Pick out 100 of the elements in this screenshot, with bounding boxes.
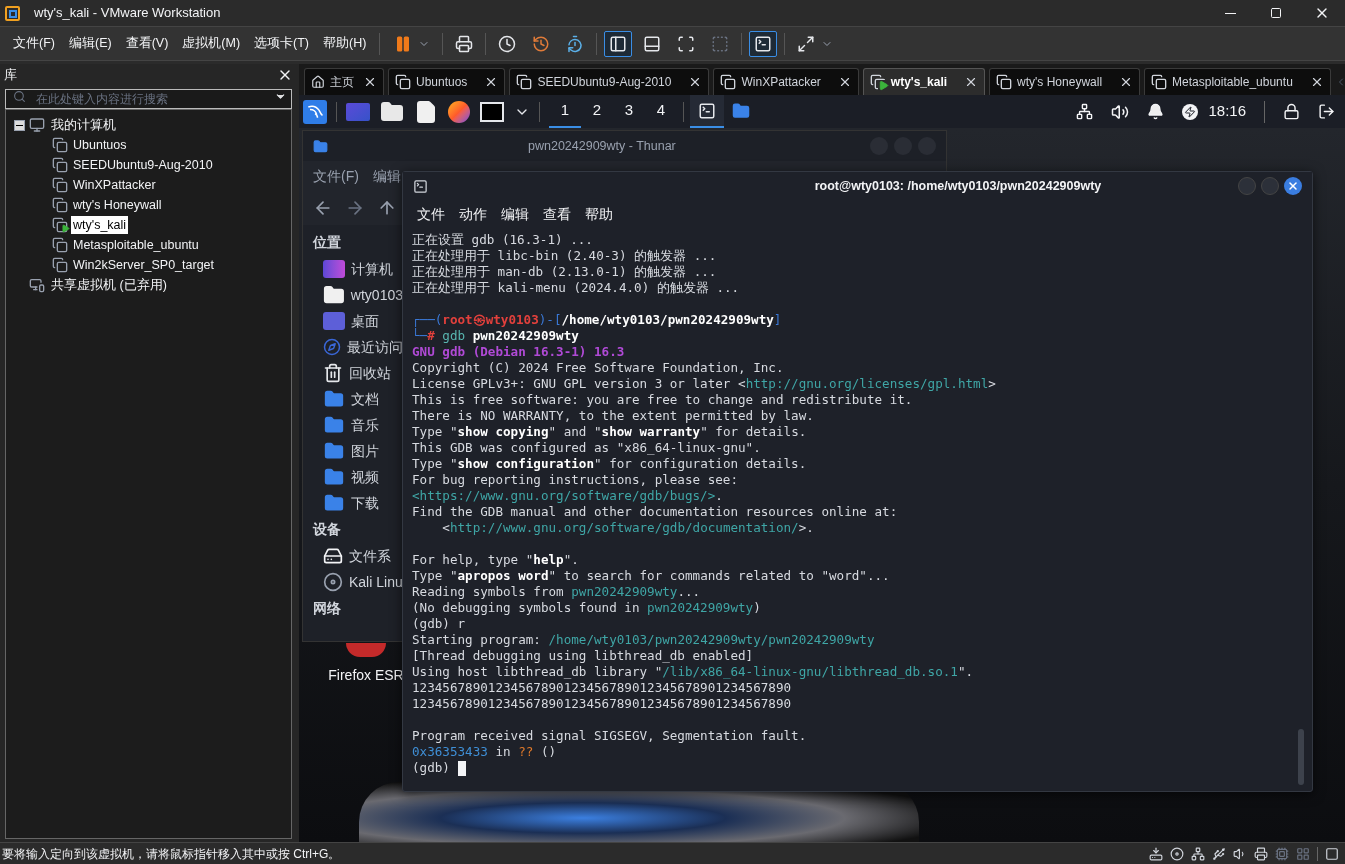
place-item[interactable]: 音乐 <box>351 414 379 436</box>
maximize-icon <box>1270 7 1282 19</box>
vm-tab[interactable]: WinXPattacker <box>713 68 859 95</box>
vm-tree-item[interactable]: Ubuntuos <box>71 135 129 155</box>
workspace-button[interactable]: 2 <box>581 95 613 128</box>
chip-icon[interactable] <box>1275 846 1289 861</box>
terminal-launcher-icon[interactable] <box>480 101 504 122</box>
usb-icon[interactable] <box>1212 846 1226 861</box>
app-logo-icon <box>5 5 20 21</box>
place-item[interactable]: wty0103 <box>350 284 403 306</box>
desktop-icon-label[interactable]: Firefox ESR <box>328 665 404 686</box>
place-item[interactable]: 文档 <box>351 388 379 410</box>
folder-icon <box>323 389 345 409</box>
terminal-line: Program received signal SIGSEGV, Segmentation fault. <box>412 728 807 744</box>
desktop-launcher[interactable] <box>346 102 370 121</box>
terminal-line: ┌──(root㉿wty0103)-[/home/wty0103/pwn20242909wty] <box>412 312 782 328</box>
vm-tab[interactable]: Ubuntuos <box>388 68 506 95</box>
vm-tab[interactable]: wty's Honeywall <box>989 68 1141 95</box>
vm-tree-item[interactable]: Metasploitable_ubuntu <box>71 235 201 255</box>
terminal-line: License GPLv3+: GNU GPL version 3 or later <http://gnu.org/licenses/gpl.html> <box>412 376 996 392</box>
terminal-line: Starting program: /home/wty0103/pwn20242909wty/pwn20242909wty <box>412 632 875 648</box>
dragon-logo-icon[interactable] <box>303 99 327 124</box>
hard-disk-icon[interactable] <box>1149 846 1163 861</box>
workspace-button[interactable]: 4 <box>645 95 677 128</box>
menu-item[interactable]: 帮助 <box>585 203 613 225</box>
vm-tab[interactable]: SEEDUbuntu9-Aug-2010 <box>509 68 710 95</box>
vm-tree-item[interactable]: wty's Honeywall <box>71 195 164 215</box>
toolbar-button[interactable] <box>604 30 633 57</box>
grid-icon[interactable] <box>1296 846 1310 861</box>
network-icon[interactable] <box>1191 846 1205 861</box>
taskbar-button[interactable] <box>690 95 724 128</box>
section-heading: 位置 <box>313 233 342 252</box>
place-item[interactable]: 文件系 <box>349 545 391 567</box>
place-item[interactable]: 桌面 <box>351 310 379 332</box>
lock-icon[interactable] <box>1283 103 1300 120</box>
menu-item[interactable]: 帮助(H) <box>316 31 374 56</box>
tab-label: wty's Honeywall <box>1017 74 1103 91</box>
browser-icon[interactable] <box>346 643 386 657</box>
menu-item[interactable]: 虚拟机(M) <box>175 31 248 56</box>
menu-item[interactable]: 动作 <box>459 203 487 225</box>
menu-item[interactable]: 文件(F) <box>313 165 359 187</box>
menu-item[interactable]: 编辑 <box>501 203 529 225</box>
volume-icon[interactable] <box>1111 102 1130 121</box>
place-item[interactable]: 最近访问 <box>347 336 403 358</box>
vm-tab[interactable]: wty's_kali <box>862 68 986 95</box>
terminal-icon <box>698 101 716 120</box>
terminal-line: <https://www.gnu.org/software/gdb/bugs/>. <box>412 488 723 504</box>
home-icon <box>311 75 325 89</box>
place-item[interactable]: 计算机 <box>351 258 393 280</box>
menu-item[interactable]: 文件(F) <box>6 31 62 56</box>
bell-icon[interactable] <box>1147 103 1165 120</box>
vm-tree-item[interactable]: wty's_kali <box>71 215 129 235</box>
tab-label: Ubuntuos <box>416 74 468 91</box>
menu-item[interactable]: 编辑(E) <box>61 31 119 56</box>
vm-tree-item[interactable]: SEEDUbuntu9-Aug-2010 <box>71 155 215 175</box>
vm-tab[interactable]: 主页 <box>304 68 384 95</box>
vm-tab[interactable]: Metasploitable_ubuntu <box>1144 68 1331 95</box>
disc-icon[interactable] <box>1170 846 1184 861</box>
terminal-line: GNU gdb (Debian 16.3-1) 16.3 <box>412 344 625 360</box>
trash-icon <box>323 363 343 383</box>
terminal-line: Find the GDB manual and other documentation resources online at: <box>412 504 898 520</box>
place-item[interactable]: 下载 <box>351 492 379 514</box>
menu-item[interactable]: 选项卡(T) <box>247 31 317 56</box>
panel-title: 库 <box>4 66 17 85</box>
browser-icon[interactable] <box>448 100 470 123</box>
document-icon[interactable] <box>414 99 438 124</box>
vm-tree-item[interactable]: Win2kServer_SP0_target <box>71 255 217 275</box>
terminal-line: Reading symbols from pwn20242909wty... <box>412 584 701 600</box>
folder-icon[interactable] <box>380 99 404 124</box>
network-icon[interactable] <box>1076 103 1094 120</box>
place-item[interactable]: Kali Linu <box>349 571 403 593</box>
workspace-button[interactable]: 3 <box>613 95 645 128</box>
folder-icon <box>323 467 345 487</box>
menu-item[interactable]: 查看 <box>543 203 571 225</box>
folder-icon <box>323 284 345 306</box>
terminal-line: Type "show configuration" for configuration details. <box>412 456 807 472</box>
tab-label: SEEDUbuntu9-Aug-2010 <box>537 74 672 91</box>
logout-icon[interactable] <box>1318 103 1335 120</box>
vm-tree-item[interactable]: WinXPattacker <box>71 175 158 195</box>
terminal-line: Type "apropos word" to search for commands related to "word"... <box>412 568 890 584</box>
clock[interactable]: 18:16 <box>1208 100 1246 123</box>
scrollbar-thumb[interactable] <box>1298 729 1304 785</box>
search-field[interactable]: 在此处键入内容进行搜索 <box>5 89 292 109</box>
terminal-line: 0x36353433 in ?? () <box>412 744 557 760</box>
menu-item[interactable]: 编辑 <box>372 165 401 187</box>
square-icon[interactable] <box>1325 846 1339 861</box>
terminal-line: 正在处理用于 kali-menu (2024.4.0) 的触发器 ... <box>412 280 740 296</box>
close-icon[interactable] <box>363 75 377 89</box>
menu-item[interactable]: 文件 <box>417 203 445 225</box>
collapse-toggle[interactable] <box>14 119 25 131</box>
tree-item[interactable]: 我的计算机 <box>49 115 118 135</box>
place-item[interactable]: 图片 <box>351 440 379 462</box>
close-button[interactable] <box>1284 177 1302 195</box>
tree-item[interactable]: 共享虚拟机 (已弃用) <box>49 275 169 295</box>
toolbar-button[interactable] <box>749 30 778 57</box>
menu-item[interactable]: 查看(V) <box>118 31 176 56</box>
place-item[interactable]: 视频 <box>351 466 379 488</box>
place-item[interactable]: 回收站 <box>349 362 391 384</box>
power-icon[interactable] <box>1182 103 1199 120</box>
printer-icon[interactable] <box>1254 846 1268 861</box>
